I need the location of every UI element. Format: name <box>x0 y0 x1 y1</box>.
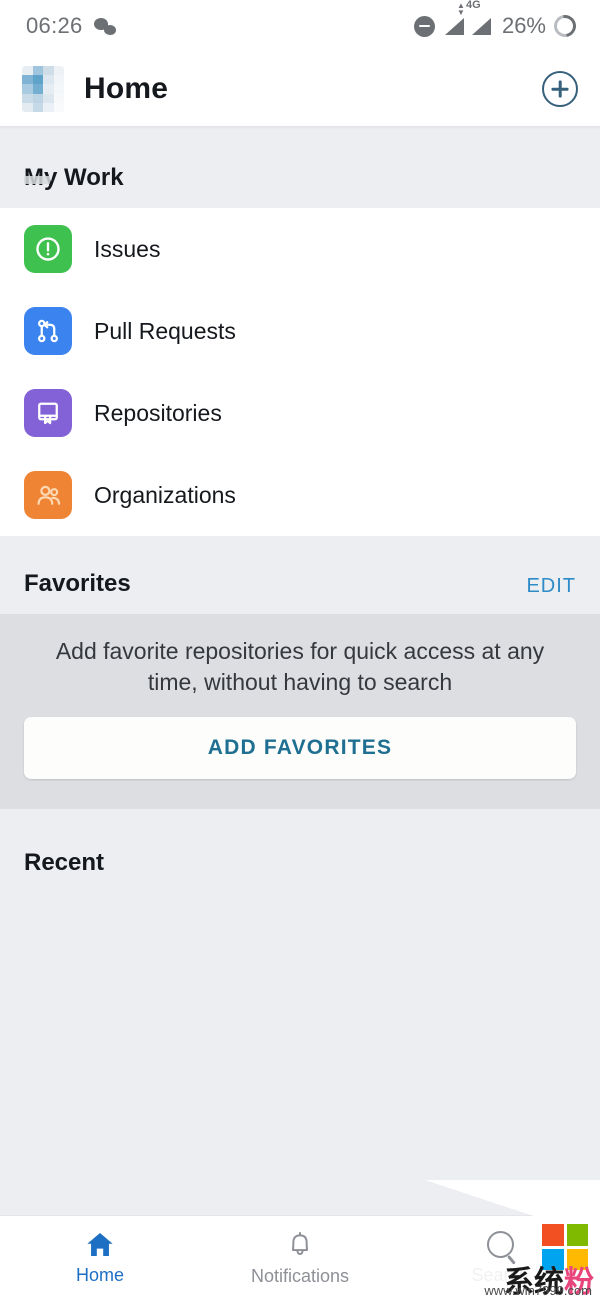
status-bar: 06:26 4G ▲ ▼ 26% <box>0 0 600 52</box>
network-type-label: 4G <box>465 0 481 11</box>
list-item-organizations[interactable]: Organizations <box>0 454 600 536</box>
favorites-empty-text: Add favorite repositories for quick acce… <box>55 638 545 695</box>
git-pull-request-icon <box>24 307 72 355</box>
issue-opened-icon <box>24 225 72 273</box>
status-bar-left: 06:26 <box>26 13 116 39</box>
nav-tab-notifications[interactable]: Notifications <box>200 1229 400 1287</box>
organization-people-icon <box>24 471 72 519</box>
do-not-disturb-icon <box>413 15 435 37</box>
signal-bars-4g-icon: 4G ▲ ▼ <box>444 0 481 35</box>
add-favorites-button[interactable]: ADD FAVORITES <box>24 717 576 780</box>
user-avatar[interactable] <box>22 66 64 112</box>
app-bar: Home <box>0 52 600 126</box>
favorites-header: Favorites EDIT <box>0 536 600 614</box>
screenshot-artifact <box>24 176 50 184</box>
favorites-edit-button[interactable]: EDIT <box>526 575 576 598</box>
list-item-label: Pull Requests <box>94 317 236 344</box>
recent-list-empty <box>0 893 600 1144</box>
nav-tab-label: Search <box>471 1264 529 1285</box>
battery-percent-label: 26% <box>501 13 546 38</box>
list-item-pull-requests[interactable]: Pull Requests <box>0 290 600 372</box>
search-icon <box>486 1230 514 1258</box>
nav-tab-search[interactable]: Search <box>400 1230 600 1286</box>
list-item-label: Issues <box>94 235 161 262</box>
page-title: Home <box>84 72 169 105</box>
nav-tab-label: Notifications <box>250 1266 350 1286</box>
data-transfer-arrows-icon: ▲ ▼ <box>456 0 465 17</box>
list-item-repositories[interactable]: Repositories <box>0 372 600 454</box>
wechat-icon <box>93 17 116 35</box>
signal-bars-icon <box>471 17 491 35</box>
bottom-navigation-bar: Home Notifications Search <box>0 1215 600 1300</box>
battery-ring-icon <box>549 10 581 42</box>
status-bar-right: 4G ▲ ▼ 26% <box>413 0 581 42</box>
home-icon <box>85 1231 115 1258</box>
repo-book-icon <box>24 389 72 437</box>
recent-header: Recent <box>0 809 600 894</box>
my-work-header: My Work <box>0 130 600 208</box>
status-bar-clock: 06:26 <box>26 13 83 38</box>
add-favorites-button-label: ADD FAVORITES <box>207 736 393 760</box>
bell-icon <box>286 1229 314 1259</box>
list-item-label: Repositories <box>94 399 222 426</box>
recent-title: Recent <box>24 849 105 877</box>
plus-circle-icon[interactable] <box>542 71 578 107</box>
nav-tab-label: Home <box>75 1264 124 1285</box>
list-item-issues[interactable]: Issues <box>0 208 600 290</box>
favorites-empty-state: Add favorite repositories for quick acce… <box>0 614 600 810</box>
nav-tab-home[interactable]: Home <box>0 1231 200 1286</box>
my-work-list: Issues Pull Requests Repositories Organi… <box>0 208 600 536</box>
list-item-label: Organizations <box>94 481 236 508</box>
favorites-title: Favorites <box>24 570 131 597</box>
